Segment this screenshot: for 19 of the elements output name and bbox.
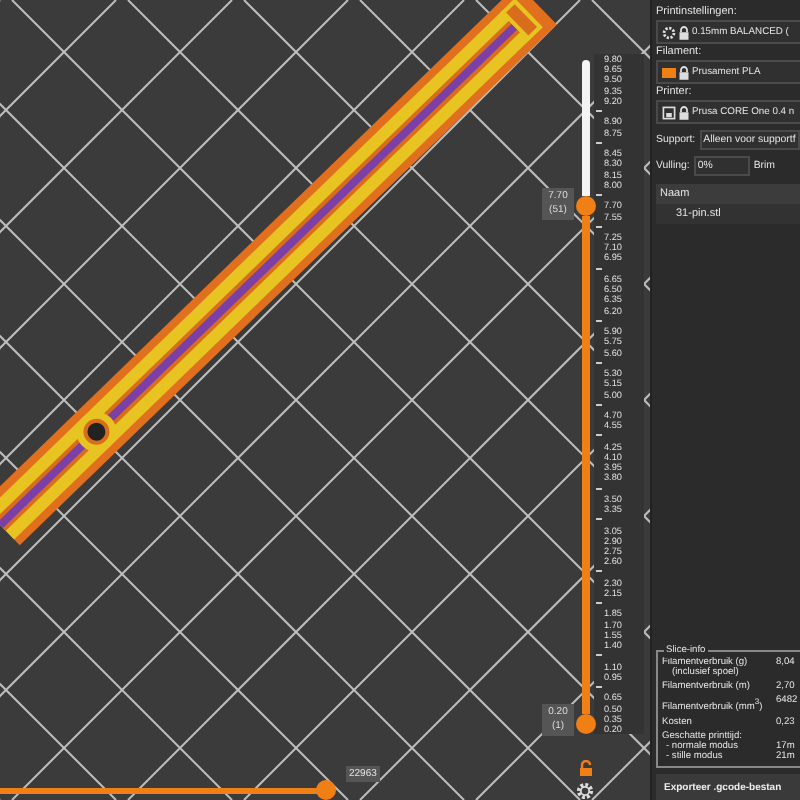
tick-mark xyxy=(596,319,602,322)
printer-icon xyxy=(662,105,676,119)
tick-mark xyxy=(596,194,602,197)
lock-icon xyxy=(678,65,690,79)
lock-icon xyxy=(678,105,690,119)
tick-mark xyxy=(596,110,602,113)
settings-icon[interactable] xyxy=(576,782,594,800)
layer-slider-track[interactable] xyxy=(582,60,590,197)
move-slider-handle[interactable] xyxy=(315,780,335,800)
lower-slider-handle[interactable] xyxy=(576,714,596,734)
tick-mark xyxy=(596,141,602,144)
tick-mark xyxy=(596,225,602,228)
tick-mark xyxy=(596,361,602,364)
upper-slider-handle[interactable] xyxy=(576,196,596,217)
tick-mark xyxy=(596,602,602,605)
lock-icon xyxy=(678,25,690,39)
settings-icon xyxy=(662,25,676,39)
lock-icon[interactable] xyxy=(578,760,594,776)
tick-mark xyxy=(596,686,602,689)
